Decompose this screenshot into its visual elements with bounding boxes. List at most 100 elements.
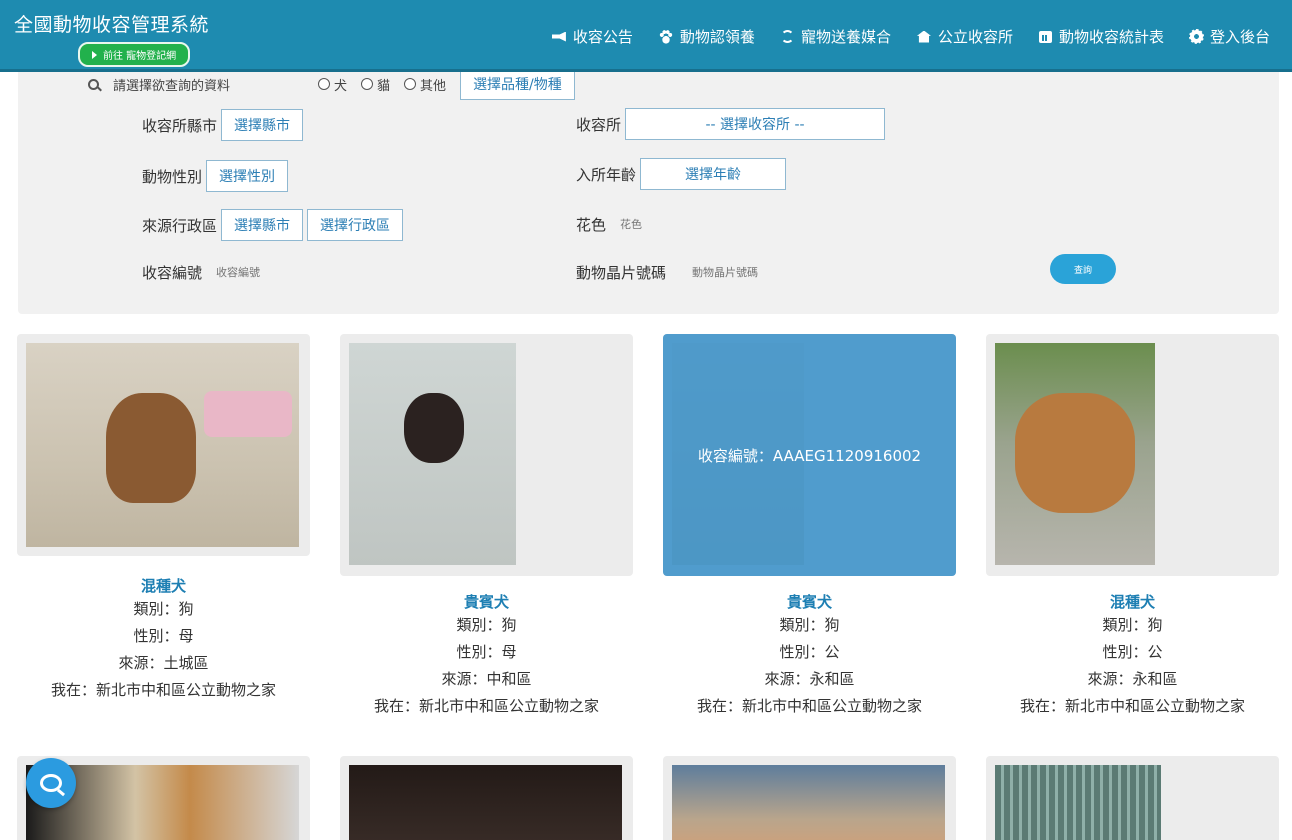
breed-select-button[interactable]: 選擇品種/物種 — [460, 68, 575, 100]
animal-card[interactable] — [340, 756, 633, 840]
animal-photo[interactable] — [672, 765, 945, 840]
nav-label: 動物收容統計表 — [1058, 28, 1164, 46]
animal-source: 來源：中和區 — [441, 670, 532, 688]
nav-shelter-announce[interactable]: 收容公告 — [551, 26, 633, 47]
sex-select[interactable]: 選擇性別 — [206, 160, 289, 192]
animal-sex: 性別：公 — [1102, 643, 1163, 661]
animal-info: 混種犬 類別：狗 性別：公 來源：永和區 我在：新北市中和區公立動物之家 — [986, 592, 1279, 720]
nav-admin-login[interactable]: 登入後台 — [1188, 26, 1270, 47]
bullhorn-icon — [551, 31, 566, 42]
chart-icon — [1038, 30, 1052, 43]
animal-breed: 貴賓犬 — [786, 593, 832, 611]
animal-info: 貴賓犬 類別：狗 性別：公 來源：永和區 我在：新北市中和區公立動物之家 — [663, 592, 956, 720]
nav-label: 登入後台 — [1209, 28, 1270, 46]
animal-location: 我在：新北市中和區公立動物之家 — [373, 697, 599, 715]
color-input[interactable] — [620, 218, 741, 231]
animal-card[interactable] — [986, 756, 1279, 840]
animal-photo-box[interactable] — [17, 334, 310, 556]
pet-register-label: 前往 寵物登記網 — [103, 51, 177, 62]
source-city-select[interactable]: 選擇縣市 — [221, 209, 304, 241]
animal-photo[interactable] — [995, 343, 1155, 565]
animal-location: 我在：新北市中和區公立動物之家 — [1019, 697, 1245, 715]
animal-photo[interactable] — [349, 765, 622, 840]
animal-sex: 性別：母 — [133, 627, 194, 645]
animal-card[interactable]: 混種犬 類別：狗 性別：母 來源：土城區 我在：新北市中和區公立動物之家 — [17, 334, 310, 704]
animal-type-row: 請選擇欲查詢的資料 犬 貓 其他 選擇品種/物種 — [88, 68, 575, 100]
animal-photo[interactable] — [349, 343, 516, 565]
sex-label: 動物性別 — [142, 167, 203, 186]
age-label: 入所年齡 — [576, 165, 637, 184]
main-nav: 收容公告 動物認領養 寵物送養媒合 公立收容所 動物收容統計表 登入後台 — [551, 26, 1270, 47]
search-icon — [88, 78, 99, 90]
radio-circle-icon[interactable] — [318, 78, 331, 90]
query-button[interactable]: 查詢 — [1050, 254, 1116, 284]
hover-overlay[interactable]: 收容編號：AAAEG1120916002 — [663, 334, 956, 576]
animal-kind: 類別：狗 — [779, 616, 840, 634]
animal-sex: 性別：母 — [456, 643, 517, 661]
animal-breed: 混種犬 — [1109, 593, 1155, 611]
animal-info: 混種犬 類別：狗 性別：母 來源：土城區 我在：新北市中和區公立動物之家 — [17, 576, 310, 704]
radio-dog-label: 犬 — [334, 78, 348, 94]
radio-other-label: 其他 — [420, 78, 447, 94]
animal-card[interactable]: 貴賓犬 類別：狗 性別：母 來源：中和區 我在：新北市中和區公立動物之家 — [340, 334, 633, 720]
search-filter-panel: 請選擇欲查詢的資料 犬 貓 其他 選擇品種/物種 收容所縣市 選擇縣市 收容所 … — [18, 60, 1279, 314]
source-district-select[interactable]: 選擇行政區 — [307, 209, 404, 241]
animal-location: 我在：新北市中和區公立動物之家 — [50, 681, 276, 699]
shelter-no-input[interactable] — [216, 266, 337, 279]
chip-label: 動物晶片號碼 — [576, 264, 667, 282]
nav-rehoming[interactable]: 寵物送養媒合 — [780, 26, 891, 47]
play-icon — [92, 50, 97, 59]
nav-statistics[interactable]: 動物收容統計表 — [1038, 26, 1164, 47]
animal-breed: 貴賓犬 — [463, 593, 509, 611]
top-navbar: 全國動物收容管理系統 前往 寵物登記網 收容公告 動物認領養 寵物送養媒合 公立… — [0, 0, 1292, 72]
animal-kind: 類別：狗 — [133, 600, 194, 618]
chat-icon — [40, 774, 62, 792]
nav-adoption[interactable]: 動物認領養 — [658, 26, 755, 47]
animal-photo[interactable] — [26, 343, 299, 547]
animal-source: 來源：永和區 — [764, 670, 855, 688]
source-row: 來源行政區 選擇縣市 選擇行政區 — [142, 209, 404, 241]
chip-input[interactable] — [692, 266, 813, 279]
dog-shape — [404, 393, 464, 463]
hover-shelter-id: 收容編號：AAAEG1120916002 — [697, 446, 922, 465]
site-title[interactable]: 全國動物收容管理系統 — [14, 10, 209, 37]
animal-kind: 類別：狗 — [1102, 616, 1163, 634]
animal-photo-box[interactable]: 收容編號：AAAEG1120916002 — [663, 334, 956, 576]
nav-label: 公立收容所 — [937, 28, 1013, 46]
shelter-no-label: 收容編號 — [142, 264, 203, 282]
chip-row: 動物晶片號碼 — [576, 262, 813, 283]
shelter-city-row: 收容所縣市 選擇縣市 — [142, 109, 304, 141]
dog-shape — [106, 393, 196, 503]
shelter-city-select[interactable]: 選擇縣市 — [221, 109, 304, 141]
radio-cat-label: 貓 — [377, 78, 391, 94]
animal-card[interactable] — [663, 756, 956, 840]
animal-source: 來源：土城區 — [118, 654, 209, 672]
shelter-row: 收容所 -- 選擇收容所 -- — [576, 108, 886, 140]
age-row: 入所年齡 選擇年齡 — [576, 158, 787, 190]
animal-info: 貴賓犬 類別：狗 性別：母 來源：中和區 我在：新北市中和區公立動物之家 — [340, 592, 633, 720]
radio-dog[interactable]: 犬 — [318, 75, 347, 94]
age-select[interactable]: 選擇年齡 — [640, 158, 787, 190]
radio-cat[interactable]: 貓 — [361, 75, 390, 94]
animal-kind: 類別：狗 — [456, 616, 517, 634]
radio-other[interactable]: 其他 — [404, 75, 446, 94]
paw-icon — [658, 29, 673, 44]
dog-shape — [1015, 393, 1135, 513]
pet-register-button[interactable]: 前往 寵物登記網 — [78, 42, 191, 67]
chat-button[interactable] — [26, 758, 76, 808]
pet-carrier-shape — [204, 391, 292, 437]
shelter-select[interactable]: -- 選擇收容所 -- — [625, 108, 886, 140]
animal-photo[interactable] — [995, 765, 1161, 840]
animal-photo-box[interactable] — [986, 334, 1279, 576]
search-prompt: 請選擇欲查詢的資料 — [113, 78, 231, 94]
shelter-city-label: 收容所縣市 — [142, 116, 218, 135]
animal-card[interactable]: 收容編號：AAAEG1120916002 貴賓犬 類別：狗 性別：公 來源：永和… — [663, 334, 956, 720]
radio-circle-icon[interactable] — [361, 78, 374, 90]
sex-row: 動物性別 選擇性別 — [142, 160, 289, 192]
nav-public-shelters[interactable]: 公立收容所 — [916, 26, 1013, 47]
radio-circle-icon[interactable] — [404, 78, 417, 90]
animal-photo-box[interactable] — [340, 334, 633, 576]
animal-card[interactable]: 混種犬 類別：狗 性別：公 來源：永和區 我在：新北市中和區公立動物之家 — [986, 334, 1279, 720]
shelter-label: 收容所 — [576, 115, 622, 134]
animal-sex: 性別：公 — [779, 643, 840, 661]
